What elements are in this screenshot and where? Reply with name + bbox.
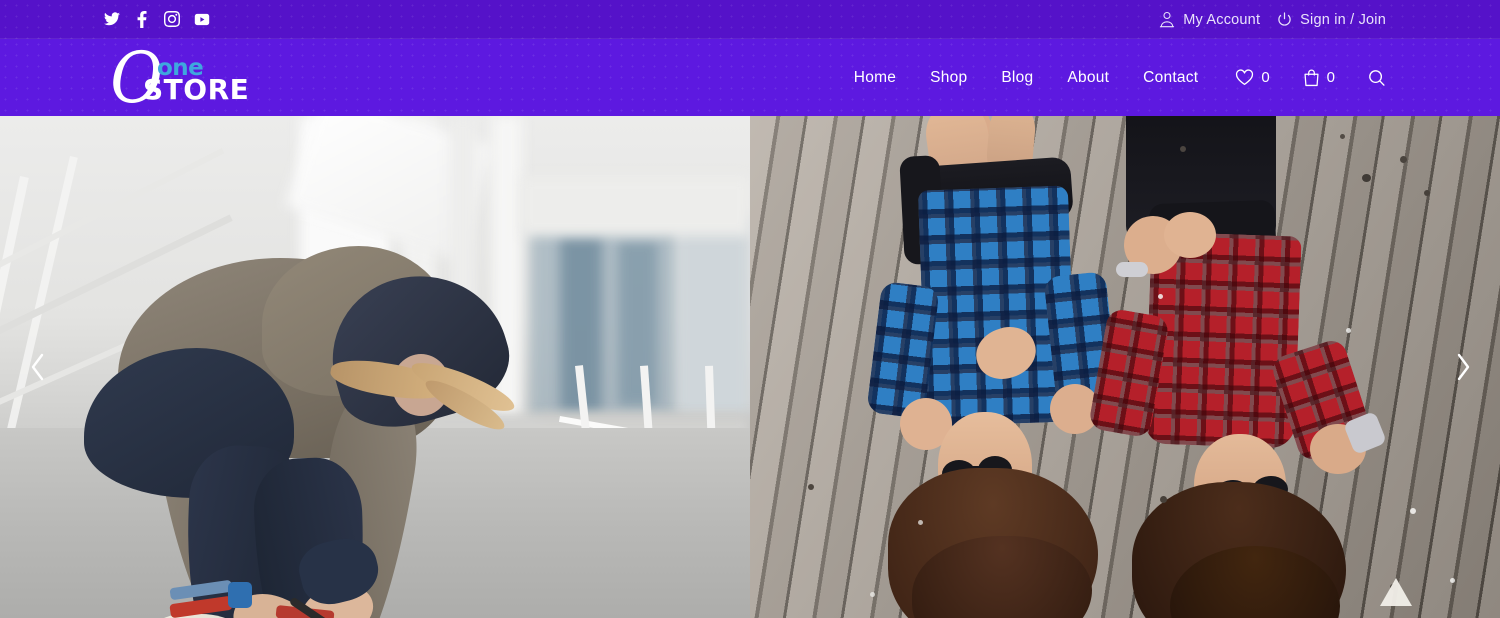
account-area: My Account Sign in / Join [1159,0,1386,39]
nav-item-blog[interactable]: Blog [984,69,1050,87]
instagram-icon[interactable] [164,11,180,27]
user-icon [1159,11,1175,28]
chevron-left-icon [31,353,43,381]
site-logo[interactable]: O one STORE [104,43,274,113]
search-icon [1368,69,1386,87]
slider-prev-button[interactable] [14,344,60,390]
twitter-icon[interactable] [104,11,120,27]
search-button[interactable] [1368,69,1386,87]
nav-item-home[interactable]: Home [837,69,913,87]
slide-friends[interactable] [750,116,1500,618]
header-icons: 0 0 [1235,68,1386,87]
facebook-icon[interactable] [134,10,150,28]
my-account-link[interactable]: My Account [1159,11,1260,28]
top-bar: My Account Sign in / Join [0,0,1500,39]
social-links [104,10,210,28]
nav-item-contact[interactable]: Contact [1126,69,1215,87]
main-navigation: Home Shop Blog About Contact 0 0 [837,39,1386,116]
slide-runner[interactable] [0,116,750,618]
wishlist-count: 0 [1261,69,1270,86]
site-header: O one STORE Home Shop Blog About Contact… [0,39,1500,116]
hero-slider [0,116,1500,618]
logo-store-text: STORE [143,72,250,106]
shopping-bag-icon [1303,68,1320,87]
sign-in-join-link[interactable]: Sign in / Join [1277,12,1386,28]
nav-links: Home Shop Blog About Contact [837,69,1216,87]
slider-next-button[interactable] [1440,344,1486,390]
sign-in-join-label: Sign in / Join [1300,11,1386,28]
youtube-icon[interactable] [194,11,210,27]
my-account-label: My Account [1183,11,1261,28]
wishlist-button[interactable]: 0 [1235,69,1270,86]
chevron-right-icon [1457,353,1469,381]
nav-item-about[interactable]: About [1050,69,1126,87]
heart-icon [1235,69,1254,86]
cart-button[interactable]: 0 [1303,68,1335,87]
cart-count: 0 [1326,69,1335,86]
power-icon [1277,11,1292,28]
nav-item-shop[interactable]: Shop [913,69,984,87]
